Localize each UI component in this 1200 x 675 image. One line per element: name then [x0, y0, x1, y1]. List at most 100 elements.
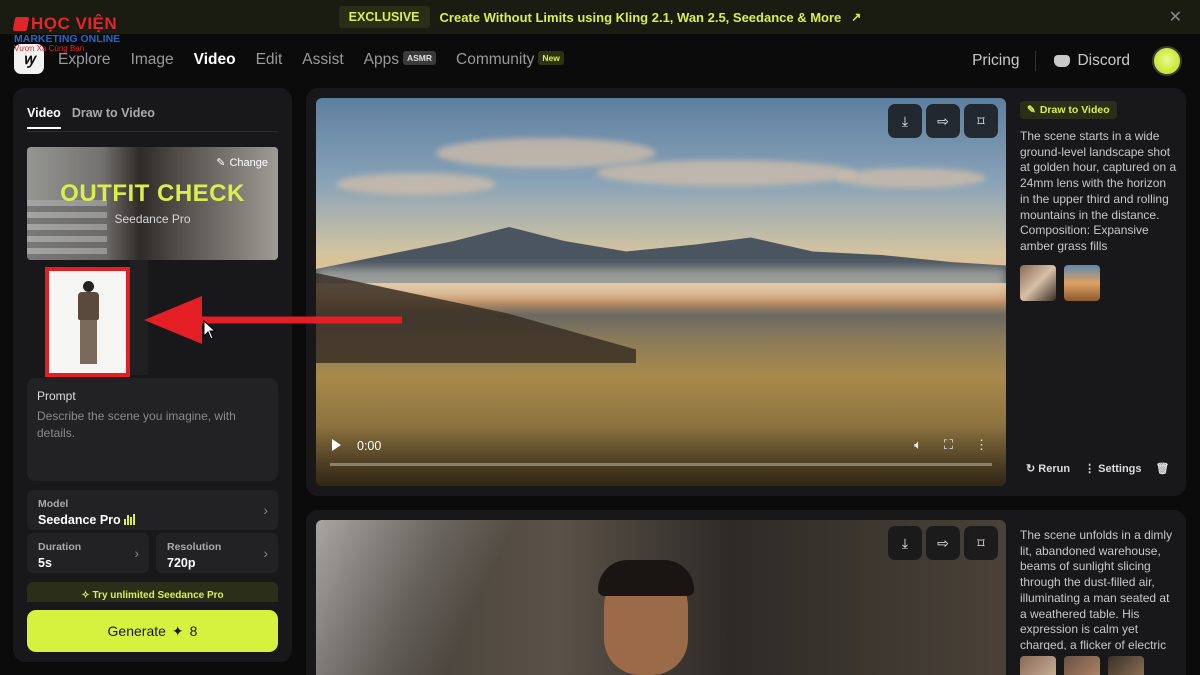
nav-right: Pricing Discord	[972, 44, 1200, 78]
banner-pill: EXCLUSIVE	[338, 6, 430, 28]
template-thumbnail[interactable]: OUTFIT CHECK Seedance Pro ✎ Change	[27, 147, 278, 260]
generate-label: Generate	[107, 623, 166, 639]
cloud	[596, 160, 856, 186]
top-nav: ꝡ Explore Image Video Edit Assist Apps AS…	[0, 44, 1200, 78]
reference-thumbnails	[1020, 656, 1178, 675]
tab-video[interactable]: Video	[27, 106, 61, 129]
reference-thumb[interactable]	[1020, 656, 1056, 675]
play-icon[interactable]	[332, 439, 341, 451]
resolution-selector[interactable]: Resolution 720p ›	[156, 533, 278, 573]
model-selector[interactable]: Model Seedance Pro ›	[27, 490, 278, 530]
download-icon[interactable]: ⤓	[888, 104, 922, 138]
reference-thumbnails	[1020, 265, 1178, 301]
change-label: Change	[229, 156, 268, 169]
result-details-2: The scene unfolds in a dimly lit, abando…	[1020, 528, 1178, 675]
figure-pants	[80, 320, 97, 364]
nav-assist[interactable]: Assist	[302, 51, 343, 69]
player-icons: 🔈︎ ⛶ ⋮	[914, 437, 988, 453]
template-model: Seedance Pro	[114, 212, 191, 226]
share-icon[interactable]: ⇨	[926, 526, 960, 560]
discord-label: Discord	[1077, 52, 1130, 69]
resolution-value: 720p	[167, 556, 196, 570]
generate-button[interactable]: Generate ✦ 8	[27, 610, 278, 652]
close-icon[interactable]: ✕	[1169, 7, 1182, 27]
avatar[interactable]	[1152, 46, 1182, 76]
fullscreen-icon[interactable]: ⛶	[944, 437, 953, 453]
video-player[interactable]: ⤓ ⇨ ⌑ 0:00 🔈︎ ⛶ ⋮	[316, 98, 1006, 486]
cloud	[836, 168, 986, 188]
man-hair	[598, 560, 694, 596]
share-icon[interactable]: ⇨	[926, 104, 960, 138]
nav-explore[interactable]: Explore	[58, 51, 111, 69]
tab-draw-to-video[interactable]: Draw to Video	[72, 106, 155, 129]
promo-banner[interactable]: EXCLUSIVE Create Without Limits using Kl…	[0, 0, 1200, 34]
cloud	[436, 138, 656, 168]
credits-icon: ✦	[171, 622, 184, 639]
trash-icon[interactable]: 🗑︎	[1156, 462, 1170, 475]
generate-cost: 8	[189, 623, 198, 639]
model-label: Model	[38, 498, 69, 510]
generation-panel: Video Draw to Video OUTFIT CHECK Seedanc…	[13, 88, 292, 662]
more-icon[interactable]: ⋮	[975, 437, 988, 453]
change-button[interactable]: ✎ Change	[216, 156, 268, 170]
annotation-arrow	[144, 296, 402, 344]
promo-label: Try unlimited Seedance Pro	[92, 590, 224, 601]
result-card-1: ⤓ ⇨ ⌑ 0:00 🔈︎ ⛶ ⋮ ✎ Draw to Video The sce…	[306, 88, 1186, 496]
figure-coat	[78, 292, 99, 320]
settings-button[interactable]: ⋮ Settings	[1084, 462, 1141, 475]
chevron-right-icon: ›	[134, 545, 139, 561]
video-player-2[interactable]: ⤓ ⇨ ⌑	[316, 520, 1006, 675]
resolution-label: Resolution	[167, 541, 222, 553]
more-icon: ⋮	[1084, 463, 1099, 475]
video-time: 0:00	[357, 439, 382, 453]
bookmark-icon[interactable]: ⌑	[964, 104, 998, 138]
reference-thumb-landscape[interactable]	[1064, 265, 1100, 301]
chevron-right-icon: ›	[263, 545, 268, 561]
external-link-icon: ↗	[851, 10, 862, 24]
volume-icon[interactable]: 🔈︎	[914, 437, 922, 453]
reference-thumb[interactable]	[1064, 656, 1100, 675]
duration-selector[interactable]: Duration 5s ›	[27, 533, 149, 573]
nav-edit[interactable]: Edit	[256, 51, 283, 69]
reference-thumb[interactable]	[1108, 656, 1144, 675]
figure-head	[83, 281, 94, 292]
nav-divider	[1035, 51, 1037, 71]
result-actions: ↻ Rerun ⋮ Settings 🗑︎	[1026, 462, 1170, 475]
reference-image[interactable]	[45, 267, 130, 377]
pricing-link[interactable]: Pricing	[972, 52, 1019, 70]
rerun-label: Rerun	[1038, 463, 1071, 475]
video-actions: ⤓ ⇨ ⌑	[888, 104, 998, 138]
reference-thumb-person[interactable]	[1020, 265, 1056, 301]
prompt-input[interactable]: Describe the scene you imagine, with det…	[37, 408, 258, 442]
pencil-icon: ✎	[216, 157, 226, 169]
nav-apps[interactable]: Apps	[364, 51, 399, 68]
nav-community-wrap[interactable]: Community New	[456, 51, 564, 69]
nav-apps-wrap[interactable]: Apps ASMR	[364, 51, 437, 69]
nav-video[interactable]: Video	[194, 51, 236, 69]
prompt-box[interactable]: Prompt Describe the scene you imagine, w…	[27, 378, 278, 481]
pencil-icon: ✎	[1027, 104, 1036, 116]
light-beam	[316, 520, 576, 675]
result-details: ✎ Draw to Video The scene starts in a wid…	[1020, 100, 1178, 301]
model-value-wrap: Seedance Pro	[38, 513, 136, 528]
banner-message[interactable]: Create Without Limits using Kling 2.1, W…	[440, 10, 842, 25]
discord-link[interactable]: Discord	[1054, 52, 1130, 70]
new-badge: New	[538, 51, 564, 65]
bookmark-icon[interactable]: ⌑	[964, 526, 998, 560]
tab-divider	[27, 131, 278, 132]
nav-image[interactable]: Image	[131, 51, 174, 69]
upgrade-promo[interactable]: ✧ Try unlimited Seedance Pro	[27, 582, 278, 602]
download-icon[interactable]: ⤓	[888, 526, 922, 560]
video-progress-bar[interactable]	[330, 463, 992, 466]
mist	[316, 268, 1006, 298]
duration-value: 5s	[38, 556, 52, 570]
chevron-right-icon: ›	[263, 502, 268, 518]
duration-label: Duration	[38, 541, 82, 553]
mode-tag[interactable]: ✎ Draw to Video	[1020, 101, 1117, 119]
mode-tabs: Video Draw to Video	[27, 106, 155, 129]
rerun-button[interactable]: ↻ Rerun	[1026, 462, 1070, 475]
arrow-head	[144, 296, 202, 344]
discord-icon	[1054, 55, 1071, 67]
asmr-badge: ASMR	[402, 51, 437, 65]
nav-community[interactable]: Community	[456, 51, 534, 68]
